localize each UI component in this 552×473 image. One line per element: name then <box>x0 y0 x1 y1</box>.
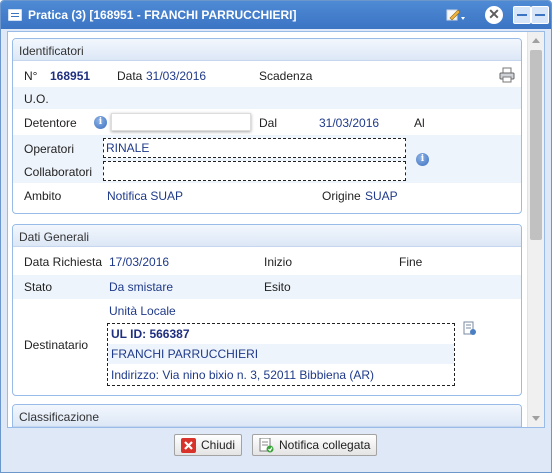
fine-label: Fine <box>399 255 423 269</box>
uo-label: U.O. <box>24 92 49 106</box>
dal-value: 31/03/2016 <box>319 116 380 130</box>
operatori-label: Operatori <box>24 142 75 156</box>
ambito-value: Notifica SUAP <box>107 189 184 203</box>
identificatori-panel: Identificatori N° 168951 Data 31/03/2016… <box>12 38 522 214</box>
ragione-sociale-value: FRANCHI PARRUCCHIERI <box>111 347 259 361</box>
detentore-field[interactable] <box>111 113 251 131</box>
edit-icon[interactable] <box>445 6 465 24</box>
unita-locale-value: Unità Locale <box>109 304 176 318</box>
linked-notification-icon <box>259 437 274 453</box>
close-icon[interactable]: ✕ <box>485 6 503 24</box>
chiudi-label: Chiudi <box>201 438 236 452</box>
destinatario-detail-icon[interactable] <box>462 321 478 340</box>
data-richiesta-value: 17/03/2016 <box>109 255 170 269</box>
row-stato: Stato Da smistare Esito <box>13 275 521 299</box>
scrollbar-thumb[interactable] <box>530 50 542 240</box>
collaboratori-field[interactable] <box>103 161 406 181</box>
esito-label: Esito <box>264 280 291 294</box>
destinatario-box[interactable]: UL ID: 566387 FRANCHI PARRUCCHIERI Indir… <box>107 323 455 386</box>
scroll-up-icon[interactable] <box>532 38 540 43</box>
window-icon <box>8 9 22 21</box>
dati-generali-header: Dati Generali <box>13 225 521 247</box>
ambito-label: Ambito <box>24 189 62 203</box>
operatori-value: RINALE <box>106 141 150 155</box>
numero-label: N° <box>24 69 38 83</box>
row-detentore: Detentore i Dal 31/03/2016 Al <box>13 109 521 135</box>
indirizzo-value: Indirizzo: Via nino bixio n. 3, 52011 Bi… <box>111 368 375 382</box>
footer-bar: Chiudi Notifica collegata <box>1 429 551 472</box>
vertical-scrollbar[interactable] <box>527 32 544 427</box>
origine-value: SUAP <box>365 189 398 203</box>
minimize-button[interactable] <box>513 6 531 24</box>
stato-label: Stato <box>24 280 53 294</box>
row-ambito: Ambito Notifica SUAP Origine SUAP <box>13 183 521 209</box>
window-title: Pratica (3) [168951 - FRANCHI PARRUCCHIE… <box>28 8 297 22</box>
scadenza-label: Scadenza <box>259 69 313 83</box>
title-bar[interactable]: Pratica (3) [168951 - FRANCHI PARRUCCHIE… <box>1 1 551 29</box>
row-uo: U.O. <box>13 87 521 109</box>
stato-value: Da smistare <box>109 280 174 294</box>
row-operatori: Operatori Collaboratori RINALE i <box>13 135 521 183</box>
identificatori-header: Identificatori <box>13 39 521 61</box>
numero-value: 168951 <box>50 69 91 83</box>
data-richiesta-label: Data Richiesta <box>24 255 103 269</box>
notifica-collegata-button[interactable]: Notifica collegata <box>252 434 378 456</box>
dati-generali-panel: Dati Generali Data Richiesta 17/03/2016 … <box>12 224 522 396</box>
origine-label: Origine <box>322 189 361 203</box>
collaboratori-label: Collaboratori <box>24 165 93 179</box>
classificazione-header: Classificazione <box>13 405 521 427</box>
row-data-richiesta: Data Richiesta 17/03/2016 Inizio Fine <box>13 247 521 275</box>
ragione-sociale-line: FRANCHI PARRUCCHIERI <box>108 344 454 364</box>
operatori-info-icon[interactable]: i <box>416 153 429 166</box>
al-label: Al <box>414 116 425 130</box>
row-numero: N° 168951 Data 31/03/2016 Scadenza <box>13 61 521 87</box>
ul-id-value: UL ID: 566387 <box>111 327 190 341</box>
print-icon[interactable] <box>499 67 515 86</box>
ul-id-line: UL ID: 566387 <box>108 324 454 344</box>
destinatario-label: Destinatario <box>24 338 89 352</box>
pratica-window: Pratica (3) [168951 - FRANCHI PARRUCCHIE… <box>0 0 552 473</box>
dal-label: Dal <box>259 116 278 130</box>
inizio-label: Inizio <box>264 255 293 269</box>
row-destinatario: Unità Locale Destinatario UL ID: 566387 … <box>13 299 521 395</box>
collapse-button[interactable] <box>531 6 549 24</box>
data-value: 31/03/2016 <box>146 69 207 83</box>
form-body: Identificatori N° 168951 Data 31/03/2016… <box>7 31 545 428</box>
classificazione-panel: Classificazione <box>12 404 522 427</box>
operatori-field[interactable]: RINALE <box>103 138 406 158</box>
data-label: Data <box>117 69 143 83</box>
cancel-icon <box>181 438 196 453</box>
chiudi-button[interactable]: Chiudi <box>174 434 243 456</box>
indirizzo-line: Indirizzo: Via nino bixio n. 3, 52011 Bi… <box>108 364 454 385</box>
detentore-info-icon[interactable]: i <box>94 116 107 129</box>
detentore-label: Detentore <box>24 116 77 130</box>
scroll-down-icon[interactable] <box>532 416 540 421</box>
notifica-collegata-label: Notifica collegata <box>279 438 371 452</box>
